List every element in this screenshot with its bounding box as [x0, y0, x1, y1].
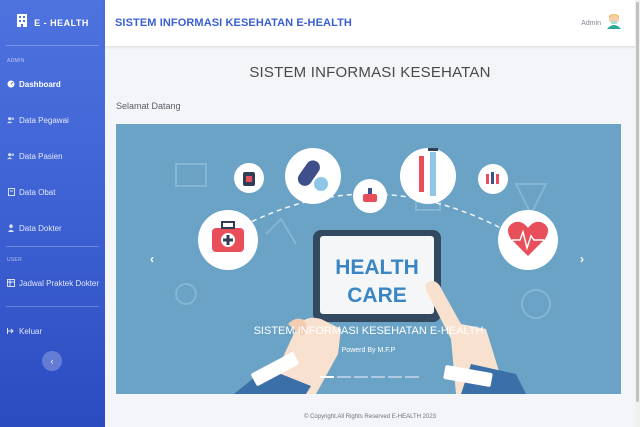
sidebar-divider [6, 306, 99, 307]
brand-name: E - HEALTH [34, 17, 89, 28]
topbar: SISTEM INFORMASI KESEHATAN E-HEALTH Admi… [105, 0, 640, 46]
sidebar-item-label: Data Dokter [19, 223, 62, 233]
sidebar-item-data-pasien[interactable]: Data Pasien [0, 146, 105, 166]
sidebar-item-dashboard[interactable]: Dashboard [0, 74, 105, 94]
sidebar-item-keluar[interactable]: Keluar [0, 321, 105, 341]
sidebar-divider [6, 246, 99, 247]
hospital-icon [16, 13, 28, 32]
user-name: Admin [581, 19, 601, 27]
document-icon [7, 188, 15, 196]
doctor-icon [7, 224, 15, 232]
users-icon [7, 116, 15, 124]
users-icon [7, 152, 15, 160]
sidebar-item-label: Data Obat [19, 187, 56, 197]
scrollbar-thumb[interactable] [636, 2, 639, 402]
sidebar-item-data-dokter[interactable]: Data Dokter [0, 218, 105, 238]
sidebar-brand[interactable]: E - HEALTH [6, 0, 99, 46]
table-icon [7, 279, 15, 287]
carousel-caption-title: SISTEM INFORMASI KESEHATAN E-HEALTH [253, 325, 484, 337]
sidebar-item-label: Data Pegawai [19, 115, 69, 125]
section-user: USER [7, 257, 23, 263]
page-title: SISTEM INFORMASI KESEHATAN [249, 64, 491, 81]
sidebar-item-label: Dashboard [19, 79, 61, 89]
carousel-prev-button[interactable]: ‹ [150, 252, 154, 266]
user-menu[interactable]: Admin [581, 12, 622, 35]
sidebar-toggle-button[interactable]: ‹ [42, 351, 62, 371]
dashboard-icon [7, 80, 15, 88]
carousel-indicator[interactable] [337, 376, 351, 378]
svg-text:HEALTH: HEALTH [335, 256, 419, 279]
carousel-caption-subtitle: Powerd By M.F.P [341, 347, 396, 354]
chevron-left-icon: ‹ [50, 356, 54, 366]
carousel-indicator[interactable] [320, 376, 334, 378]
carousel-indicator[interactable] [371, 376, 385, 378]
sidebar-item-data-obat[interactable]: Data Obat [0, 182, 105, 202]
chevron-right-icon: › [580, 252, 584, 266]
carousel-next-button[interactable]: › [580, 252, 584, 266]
sidebar-item-label: Keluar [19, 326, 43, 336]
svg-text:CARE: CARE [347, 284, 407, 307]
chevron-left-icon: ‹ [150, 252, 154, 266]
section-admin: ADMIN [7, 58, 25, 64]
sidebar: E - HEALTH ADMIN Dashboard Data Pegawai … [0, 0, 105, 427]
logout-icon [7, 327, 15, 335]
welcome-text: Selamat Datang [116, 101, 181, 111]
sidebar-item-data-pegawai[interactable]: Data Pegawai [0, 110, 105, 130]
sidebar-item-label: Data Pasien [19, 151, 63, 161]
footer-copyright: © Copyright.All Rights Reserved E-HEALTH… [303, 414, 437, 420]
carousel-indicator[interactable] [354, 376, 368, 378]
carousel-indicator[interactable] [388, 376, 402, 378]
sidebar-item-label: Jadwal Praktek Dokter [19, 278, 100, 288]
image-carousel[interactable]: HEALTH CARE ‹ › SISTEM INFORMASI KESEHAT… [116, 124, 621, 394]
app-title: SISTEM INFORMASI KESEHATAN E-HEALTH [115, 17, 352, 29]
carousel-indicators [320, 376, 419, 378]
sidebar-item-jadwal-praktek[interactable]: Jadwal Praktek Dokter [0, 273, 105, 293]
carousel-indicator[interactable] [405, 376, 419, 378]
avatar [606, 12, 622, 35]
